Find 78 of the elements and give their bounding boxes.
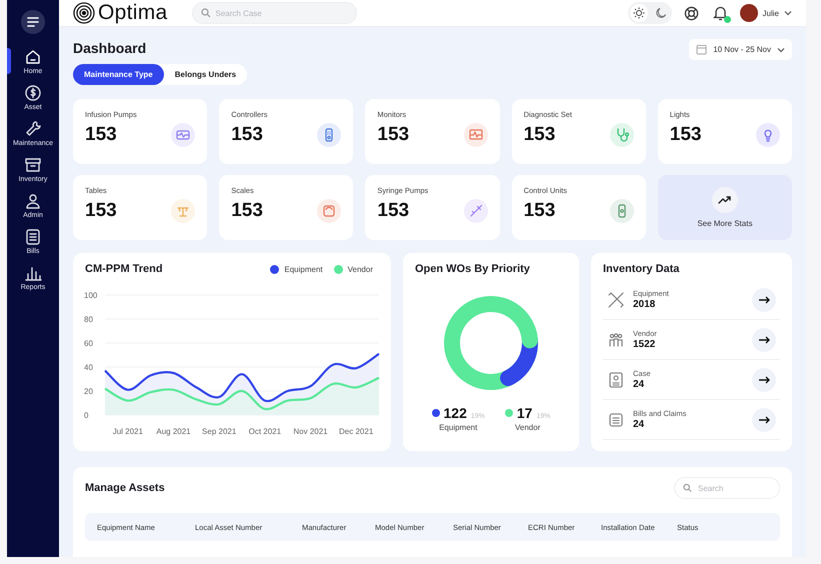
people-icon [607,330,625,348]
notification-dot [724,16,731,23]
caret-icon [777,46,785,52]
logo-icon [73,2,95,24]
list-icon [607,410,625,428]
card-title: Manage Assets [85,482,165,494]
stat-value: 153 [85,124,117,146]
avatar [740,4,758,22]
stat-value: 153 [85,200,117,222]
date-range-picker[interactable]: 10 Nov - 25 Nov [689,39,792,60]
menu-icon [27,17,39,27]
y-tick-label: 40 [84,363,93,372]
moon-icon [654,7,667,19]
inventory-value: 2018 [633,299,656,310]
x-tick-label: Sep 2021 [202,427,236,436]
bell-icon [712,5,728,21]
x-tick-label: Aug 2021 [156,427,191,436]
home-icon [24,48,42,66]
dollar-icon [24,84,42,102]
arrow-right-icon [758,296,770,304]
y-tick-label: 80 [84,315,93,324]
inventory-value: 24 [633,419,646,430]
tab[interactable]: Maintenance Type [73,64,164,85]
stat-value: 153 [524,124,556,146]
legend-value: 122 [444,405,467,421]
y-tick-label: 60 [84,339,93,348]
stat-value: 153 [670,124,702,146]
stat-value: 153 [231,200,263,222]
tab[interactable]: Belongs Unders [164,64,248,85]
legend-label: Vendor [515,423,540,432]
search-icon [683,484,692,492]
card-title: Inventory Data [603,263,680,275]
y-tick-label: 0 [84,411,88,420]
archive-box-icon [24,156,42,174]
sun-icon [632,7,645,19]
legend-label: Vendor [348,264,373,274]
id-card-icon [607,370,625,388]
page-title: Dashboard [73,40,148,56]
x-tick-label: Oct 2021 [248,427,282,436]
person-icon [24,192,42,210]
user-menu[interactable]: Julie [740,4,792,22]
lifebuoy-icon [684,6,699,20]
search-field[interactable]: Search [674,477,780,499]
trend-up-icon [718,195,732,205]
card-title: CM-PPM Trend [85,263,163,275]
legend-label: Equipment [439,423,478,432]
stat-value: 153 [524,200,556,222]
legend-label: Equipment [284,264,323,274]
caret-icon [784,10,792,16]
see-more-stats-button[interactable]: See More Stats [658,175,792,240]
legend-value: 17 [516,405,532,421]
arrow-right-icon [758,376,770,384]
card-title: Open WOs By Priority [415,263,530,275]
logo-text: Optima [98,1,168,25]
stat-value: 153 [377,124,410,146]
document-icon [24,228,42,246]
search-field[interactable]: Search Case [192,2,356,24]
sun-button[interactable] [630,4,648,22]
y-tick-label: 100 [84,291,98,300]
inventory-value: 1522 [633,339,656,350]
wrench-icon [24,120,42,138]
tools-icon [607,290,625,308]
stat-value: 153 [231,124,263,146]
stat-value: 153 [377,200,410,222]
calendar-icon [696,44,708,55]
arrow-button[interactable] [752,408,776,432]
arrow-right-icon [758,336,770,344]
y-tick-label: 20 [84,387,93,396]
inventory-value: 24 [633,379,646,390]
arrow-right-icon [758,416,770,424]
search-icon [200,8,210,18]
x-tick-label: Jul 2021 [112,427,143,436]
menu-button[interactable] [21,10,45,34]
x-tick-label: Nov 2021 [293,427,328,436]
arrow-button[interactable] [752,368,776,392]
arrow-button[interactable] [752,288,776,312]
x-tick-label: Dec 2021 [339,427,374,436]
arrow-button[interactable] [752,328,776,352]
